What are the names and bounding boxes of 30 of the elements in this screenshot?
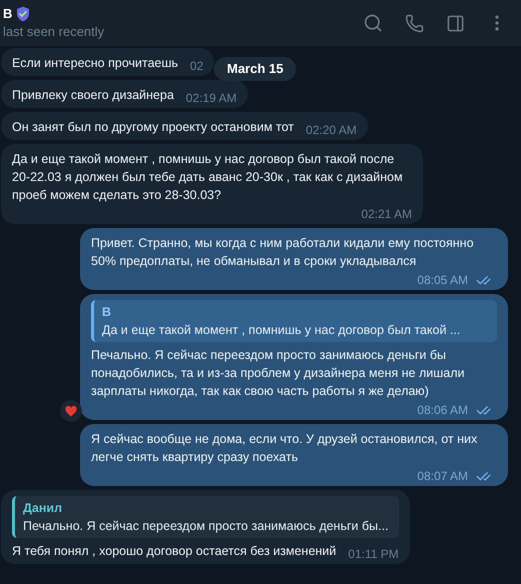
phone-icon[interactable] <box>405 14 424 32</box>
message-time: 02 <box>190 58 204 74</box>
message-text: Я тебя понял , хорошо договор остается без изменений <box>12 543 336 560</box>
reply-quote[interactable]: Данил Печально. Я сейчас переездом просто занимаюсь деньги бы... <box>12 496 399 538</box>
verified-shield-icon <box>15 6 32 22</box>
message-text: Привлеку своего дизайнера <box>12 87 174 104</box>
reply-author: Данил <box>23 500 64 517</box>
reply-text: Да и еще такой момент , помнишь у нас договор был такой ... <box>102 322 462 339</box>
message-time: 08:07 AM <box>417 468 468 484</box>
message-text: Да и еще такой момент , помнишь у нас договор был такой после 20-22.03 я должен был тебе дать аванс 20-30к , так как с дизайном проеб можем сделать это 28-30.03? <box>12 151 404 204</box>
reply-quote[interactable]: B Да и еще такой момент , помнишь у нас договор был такой ... <box>91 300 497 342</box>
contact-status: last seen recently <box>3 23 104 41</box>
reply-text: Печально. Я сейчас переездом просто занимаюсь деньги бы... <box>23 518 390 535</box>
side-panel-icon[interactable] <box>446 14 465 32</box>
message-time: 08:05 AM <box>417 272 468 288</box>
message-text: Печально. Я сейчас переездом просто занимаюсь деньги бы понадобились, та и из-за проблем у дизайнера меня не лишали зарплаты никогда, так как свою часть работы я же делаю) <box>91 347 466 400</box>
contact-name: B <box>3 5 12 23</box>
message-text: Он занят был по другому проекту остановим тот <box>12 119 294 136</box>
search-icon[interactable] <box>363 13 383 33</box>
message-time: 02:21 AM <box>361 206 412 222</box>
message-text: Я сейчас вообще не дома, если что. У друзей остановился, от них легче снять квартиру сразу поехать <box>91 431 478 466</box>
message-time: 08:06 AM <box>417 402 468 418</box>
reply-author: B <box>102 304 112 321</box>
message-text: Привет. Странно, мы когда с ним работали кидали ему постоянно 50% предоплаты, не обманывал и в сроки укладывался <box>91 235 475 270</box>
message-time: 01:11 PM <box>348 546 399 562</box>
message-text: Если интересно прочитаешь <box>12 55 178 72</box>
message-time: 02:19 AM <box>186 90 237 106</box>
heart-reaction-icon[interactable] <box>60 400 82 422</box>
message-time: 02:20 AM <box>306 122 357 138</box>
date-pill: March 15 <box>214 57 296 81</box>
